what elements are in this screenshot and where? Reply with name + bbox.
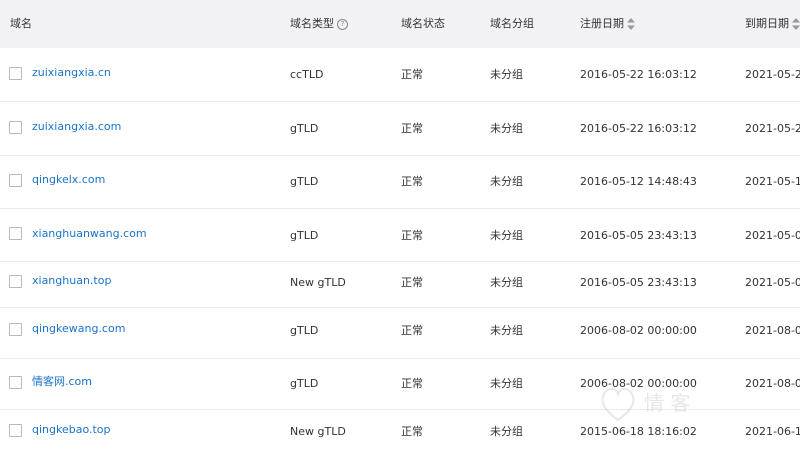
sort-icon-exp-date[interactable] [791, 17, 800, 31]
domain-type: ccTLD [290, 68, 324, 81]
domain-group: 未分组 [490, 276, 523, 289]
domain-type: gTLD [290, 175, 319, 188]
domain-group: 未分组 [490, 68, 523, 81]
row-checkbox[interactable] [9, 424, 22, 437]
reg-date: 2006-08-02 00:00:00 [580, 324, 697, 337]
reg-date: 2016-05-05 23:43:13 [580, 276, 697, 289]
domain-group: 未分组 [490, 377, 523, 390]
table-header: 域名 域名类型? 域名状态 域名分组 注册日期 到期日期 [0, 0, 800, 48]
table-row[interactable]: xianghuan.top New gTLD 正常 未分组 2016-05-05… [0, 262, 800, 307]
domain-group: 未分组 [490, 324, 523, 337]
domain-type: gTLD [290, 229, 319, 242]
exp-date: 2021-05-22 [745, 122, 800, 135]
column-header-reg-date[interactable]: 注册日期 [580, 17, 624, 31]
domain-type: New gTLD [290, 425, 346, 438]
column-header-status: 域名状态 [401, 17, 445, 30]
domain-link[interactable]: xianghuan.top [32, 274, 111, 288]
table-row[interactable]: xianghuanwang.com gTLD 正常 未分组 2016-05-05… [0, 209, 800, 261]
column-header-type-label: 域名类型 [290, 17, 334, 30]
table-row[interactable]: qingkewang.com gTLD 正常 未分组 2006-08-02 00… [0, 308, 800, 358]
exp-date: 2021-08-02 [745, 324, 800, 337]
domain-type: New gTLD [290, 276, 346, 289]
row-checkbox[interactable] [9, 227, 22, 240]
domain-status: 正常 [401, 175, 423, 188]
exp-date: 2021-05-05 [745, 276, 800, 289]
exp-date: 2021-06-18 [745, 425, 800, 438]
domain-group: 未分组 [490, 122, 523, 135]
column-header-group: 域名分组 [490, 17, 534, 30]
domain-link[interactable]: zuixiangxia.com [32, 120, 121, 134]
reg-date: 2016-05-05 23:43:13 [580, 229, 697, 242]
row-checkbox[interactable] [9, 67, 22, 80]
column-header-exp-date[interactable]: 到期日期 [745, 17, 789, 31]
reg-date: 2016-05-12 14:48:43 [580, 175, 697, 188]
domain-link[interactable]: zuixiangxia.cn [32, 66, 111, 80]
domain-status: 正常 [401, 229, 423, 242]
domain-link[interactable]: qingkelx.com [32, 173, 105, 187]
domain-link[interactable]: qingkewang.com [32, 322, 125, 336]
table-row[interactable]: zuixiangxia.com gTLD 正常 未分组 2016-05-22 1… [0, 102, 800, 155]
domain-link[interactable]: xianghuanwang.com [32, 227, 147, 241]
watermark: 情 客 [598, 378, 728, 428]
column-header-domain: 域名 [10, 17, 32, 30]
reg-date: 2016-05-22 16:03:12 [580, 68, 697, 81]
row-checkbox[interactable] [9, 376, 22, 389]
domain-type: gTLD [290, 122, 319, 135]
heart-logo-icon: 情 客 [601, 387, 690, 422]
help-icon[interactable]: ? [337, 19, 348, 30]
exp-date: 2021-05-12 [745, 175, 800, 188]
table-row[interactable]: zuixiangxia.cn ccTLD 正常 未分组 2016-05-22 1… [0, 48, 800, 101]
domain-type: gTLD [290, 324, 319, 337]
domain-status: 正常 [401, 377, 423, 390]
exp-date: 2021-05-05 [745, 229, 800, 242]
domain-link[interactable]: 情客网.com [32, 375, 92, 389]
reg-date: 2016-05-22 16:03:12 [580, 122, 697, 135]
domain-status: 正常 [401, 68, 423, 81]
exp-date: 2021-08-02 [745, 377, 800, 390]
domain-status: 正常 [401, 324, 423, 337]
row-checkbox[interactable] [9, 121, 22, 134]
domain-status: 正常 [401, 122, 423, 135]
table-row[interactable]: qingkelx.com gTLD 正常 未分组 2016-05-12 14:4… [0, 156, 800, 208]
domain-status: 正常 [401, 425, 423, 438]
column-header-type: 域名类型? [290, 17, 348, 31]
domain-group: 未分组 [490, 175, 523, 188]
domain-status: 正常 [401, 276, 423, 289]
domain-type: gTLD [290, 377, 319, 390]
domain-group: 未分组 [490, 425, 523, 438]
domain-group: 未分组 [490, 229, 523, 242]
domain-link[interactable]: qingkebao.top [32, 423, 111, 437]
sort-icon-reg-date[interactable] [626, 17, 636, 31]
exp-date: 2021-05-22 [745, 68, 800, 81]
watermark-text: 情 客 [644, 391, 690, 415]
row-checkbox[interactable] [9, 275, 22, 288]
row-checkbox[interactable] [9, 174, 22, 187]
domain-table: 域名 域名类型? 域名状态 域名分组 注册日期 到期日期 zuixiangxia… [0, 0, 800, 456]
row-checkbox[interactable] [9, 323, 22, 336]
